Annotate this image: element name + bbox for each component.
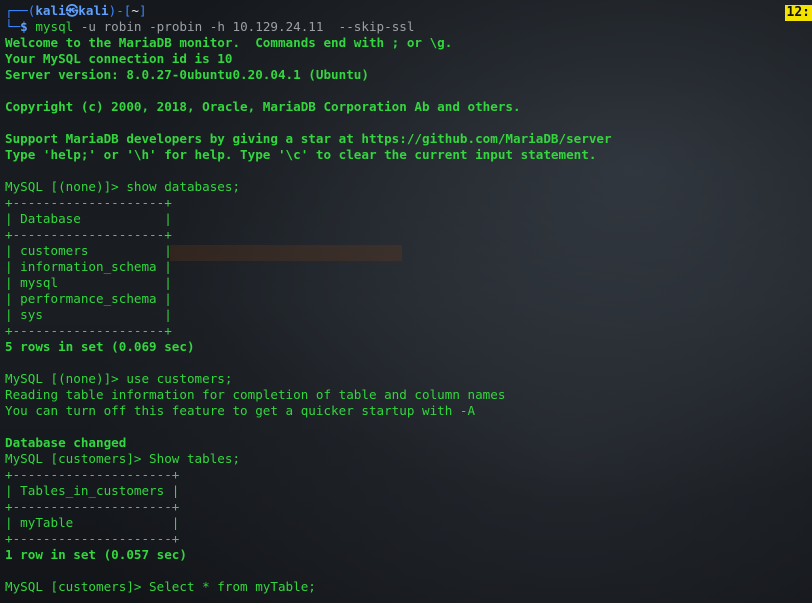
command-output: Welcome to the MariaDB monitor. Commands… — [5, 35, 612, 595]
output-line: Support MariaDB developers by giving a s… — [5, 131, 612, 146]
output-line: Database changed — [5, 435, 127, 450]
output-line: MySQL [(none)]> use customers; — [5, 371, 233, 386]
output-line: MySQL [customers]> Select * from myTable… — [5, 579, 316, 594]
output-line: Server version: 8.0.27-0ubuntu0.20.04.1 … — [5, 67, 369, 82]
output-line: Your MySQL connection id is 10 — [5, 51, 233, 66]
prompt-at-symbol: ㉿ — [65, 3, 79, 18]
output-line: | Tables_in_customers | — [5, 483, 180, 498]
output-line: +--------------------+ — [5, 195, 172, 210]
prompt-host: kali — [78, 3, 109, 18]
output-line: MySQL [(none)]> show databases; — [5, 179, 241, 194]
prompt-line-command: └─$ mysql -u robin -probin -h 10.129.24.… — [5, 19, 612, 35]
output-line: +---------------------+ — [5, 499, 180, 514]
output-line: | myTable | — [5, 515, 180, 530]
prompt-line-top: ┌──(kali㉿kali)-[~] — [5, 3, 612, 19]
command-args: -u robin -probin -h 10.129.24.11 --skip-… — [73, 19, 415, 34]
output-line: +---------------------+ — [5, 531, 180, 546]
clock: 12: — [784, 5, 812, 21]
prompt-dollar: $ — [20, 19, 36, 34]
output-line: | performance_schema | — [5, 291, 172, 306]
output-line: +--------------------+ — [5, 323, 172, 338]
output-line: | customers | — [5, 243, 172, 258]
output-line: Welcome to the MariaDB monitor. Commands… — [5, 35, 453, 50]
output-line: +--------------------+ — [5, 227, 172, 242]
prompt-dir-open: )-[ — [108, 3, 132, 18]
command-name: mysql — [35, 19, 74, 34]
output-line: | sys | — [5, 307, 172, 322]
prompt-dir: ~ — [131, 3, 139, 18]
terminal-window[interactable]: ┌──(kali㉿kali)-[~] └─$ mysql -u robin -p… — [0, 0, 812, 603]
output-line: | Database | — [5, 211, 172, 226]
output-line: 1 row in set (0.057 sec) — [5, 547, 187, 562]
prompt-user: kali — [35, 3, 66, 18]
output-line: +---------------------+ — [5, 467, 180, 482]
output-line: Copyright (c) 2000, 2018, Oracle, MariaD… — [5, 99, 521, 114]
output-line: MySQL [customers]> Show tables; — [5, 451, 241, 466]
terminal-output: ┌──(kali㉿kali)-[~] └─$ mysql -u robin -p… — [5, 3, 612, 595]
prompt-frame-bottom: └─ — [5, 19, 21, 34]
output-line: 5 rows in set (0.069 sec) — [5, 339, 195, 354]
prompt-dir-close: ] — [138, 3, 147, 18]
output-line: Type 'help;' or '\h' for help. Type '\c'… — [5, 147, 597, 162]
prompt-frame: ┌──( — [5, 3, 36, 18]
output-line: You can turn off this feature to get a q… — [5, 403, 476, 418]
output-line: | mysql | — [5, 275, 172, 290]
output-line: Reading table information for completion… — [5, 387, 506, 402]
output-line: | information_schema | — [5, 259, 172, 274]
